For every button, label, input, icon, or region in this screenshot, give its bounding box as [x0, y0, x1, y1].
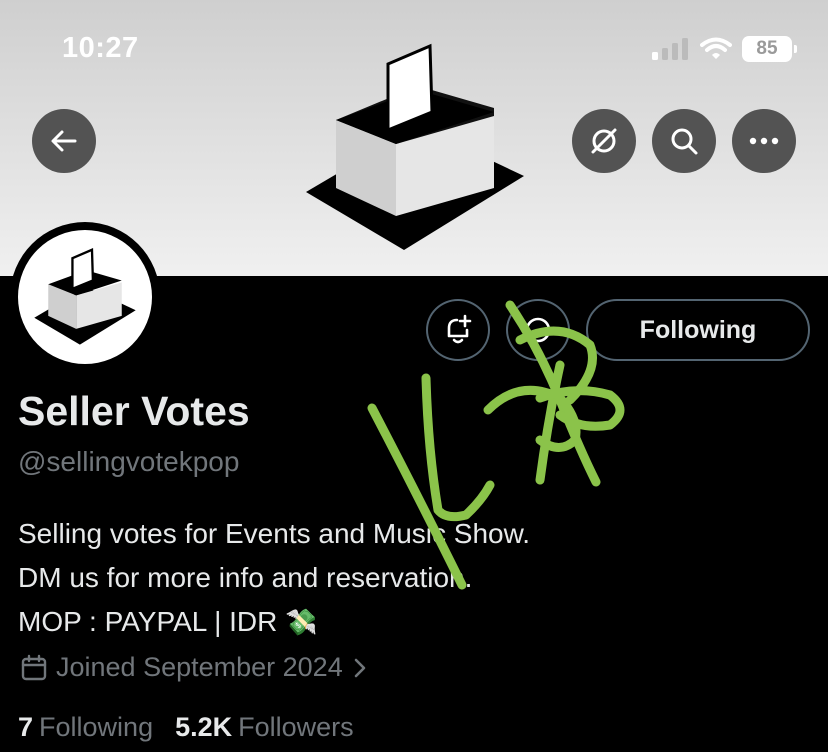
cellular-signal-icon [652, 38, 688, 60]
followers-stat[interactable]: 5.2K Followers [175, 712, 354, 743]
joined-label: Joined September 2024 [56, 652, 343, 682]
status-icons: 85 [652, 36, 797, 62]
money-with-wings-emoji: 💸 [285, 608, 318, 638]
following-button[interactable]: Following [586, 299, 810, 361]
following-stat[interactable]: 7 Following [18, 712, 153, 743]
avatar[interactable] [10, 222, 160, 372]
bio-line-text: MOP : PAYPAL | IDR [18, 606, 278, 637]
wifi-icon [700, 37, 732, 59]
battery-icon: 85 [742, 36, 797, 62]
calendar-icon [21, 654, 47, 680]
chevron-right-icon [354, 658, 366, 677]
following-label: Following [39, 712, 154, 742]
bell-plus-icon [447, 314, 472, 344]
avatar-image [18, 230, 152, 364]
profile-name: Seller Votes [18, 388, 250, 434]
back-button[interactable] [32, 109, 96, 173]
ballot-box-avatar-image [34, 248, 136, 345]
profile-bio: Selling votes for Events and Music Show.… [18, 512, 530, 645]
followers-count: 5.2K [175, 712, 233, 742]
grok-button[interactable] [572, 109, 636, 173]
following-count: 7 [18, 712, 34, 742]
grok-icon [591, 128, 617, 154]
ballot-box-banner-image [306, 43, 524, 250]
followers-label: Followers [238, 712, 354, 742]
bio-line: DM us for more info and reservation. [18, 562, 473, 593]
notifications-button[interactable] [426, 299, 490, 361]
follow-stats: 7 Following 5.2K Followers [18, 712, 354, 743]
arrow-left-icon [51, 130, 77, 152]
more-horizontal-icon [749, 137, 779, 145]
search-icon [671, 128, 698, 155]
search-button[interactable] [652, 109, 716, 173]
profile-handle: @sellingvotekpop [18, 446, 240, 477]
bio-line: Selling votes for Events and Music Show. [18, 518, 531, 549]
bio-line: MOP : PAYPAL | IDR 💸 [18, 600, 530, 645]
joined-date[interactable]: Joined September 2024 [20, 652, 369, 683]
status-time: 10:27 [62, 32, 139, 64]
grok-profile-button[interactable] [506, 299, 570, 361]
grok-icon [525, 317, 551, 343]
more-button[interactable] [732, 109, 796, 173]
